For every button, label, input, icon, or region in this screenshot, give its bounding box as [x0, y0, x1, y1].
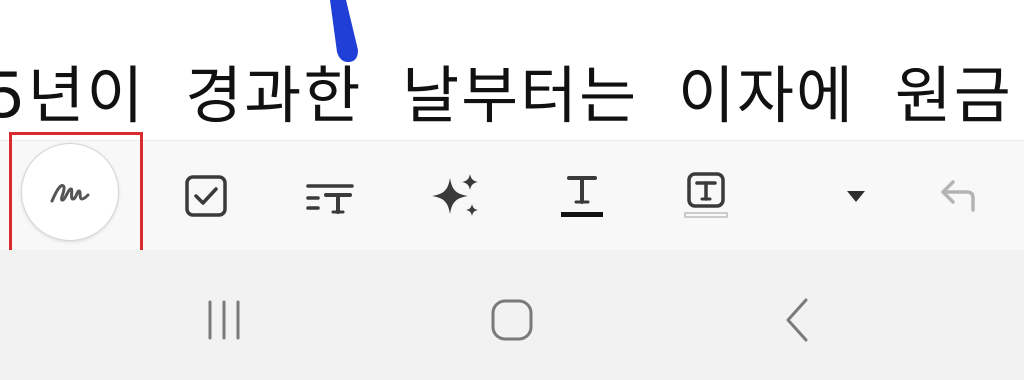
undo-button[interactable] — [928, 141, 988, 251]
text-background-icon — [684, 172, 728, 218]
text-background-button[interactable] — [666, 141, 746, 251]
checkbox-button[interactable] — [168, 141, 244, 251]
text-style-button[interactable] — [290, 141, 370, 251]
recent-apps-button[interactable] — [184, 280, 264, 360]
text-underline-icon — [561, 176, 603, 217]
pen-button-highlight — [9, 132, 143, 260]
home-icon — [491, 299, 533, 341]
recent-apps-icon — [208, 300, 240, 340]
system-navigation-bar — [0, 250, 1024, 380]
back-button[interactable] — [758, 280, 838, 360]
back-icon — [786, 298, 808, 342]
sparkles-icon — [432, 174, 478, 216]
undo-icon — [941, 180, 975, 212]
text-underline-button[interactable] — [542, 141, 622, 251]
more-dropdown-button[interactable] — [830, 141, 882, 251]
note-text-line: 5년이 경과한 날부터는 이자에 원금 — [0, 59, 1013, 132]
editor-toolbar — [0, 140, 1024, 250]
home-button[interactable] — [472, 280, 552, 360]
ai-assist-button[interactable] — [418, 141, 494, 251]
checkbox-icon — [185, 175, 227, 217]
caret-down-icon — [847, 191, 865, 202]
note-canvas[interactable]: 5년이 경과한 날부터는 이자에 원금 — [0, 0, 1024, 140]
text-list-icon — [306, 184, 354, 214]
